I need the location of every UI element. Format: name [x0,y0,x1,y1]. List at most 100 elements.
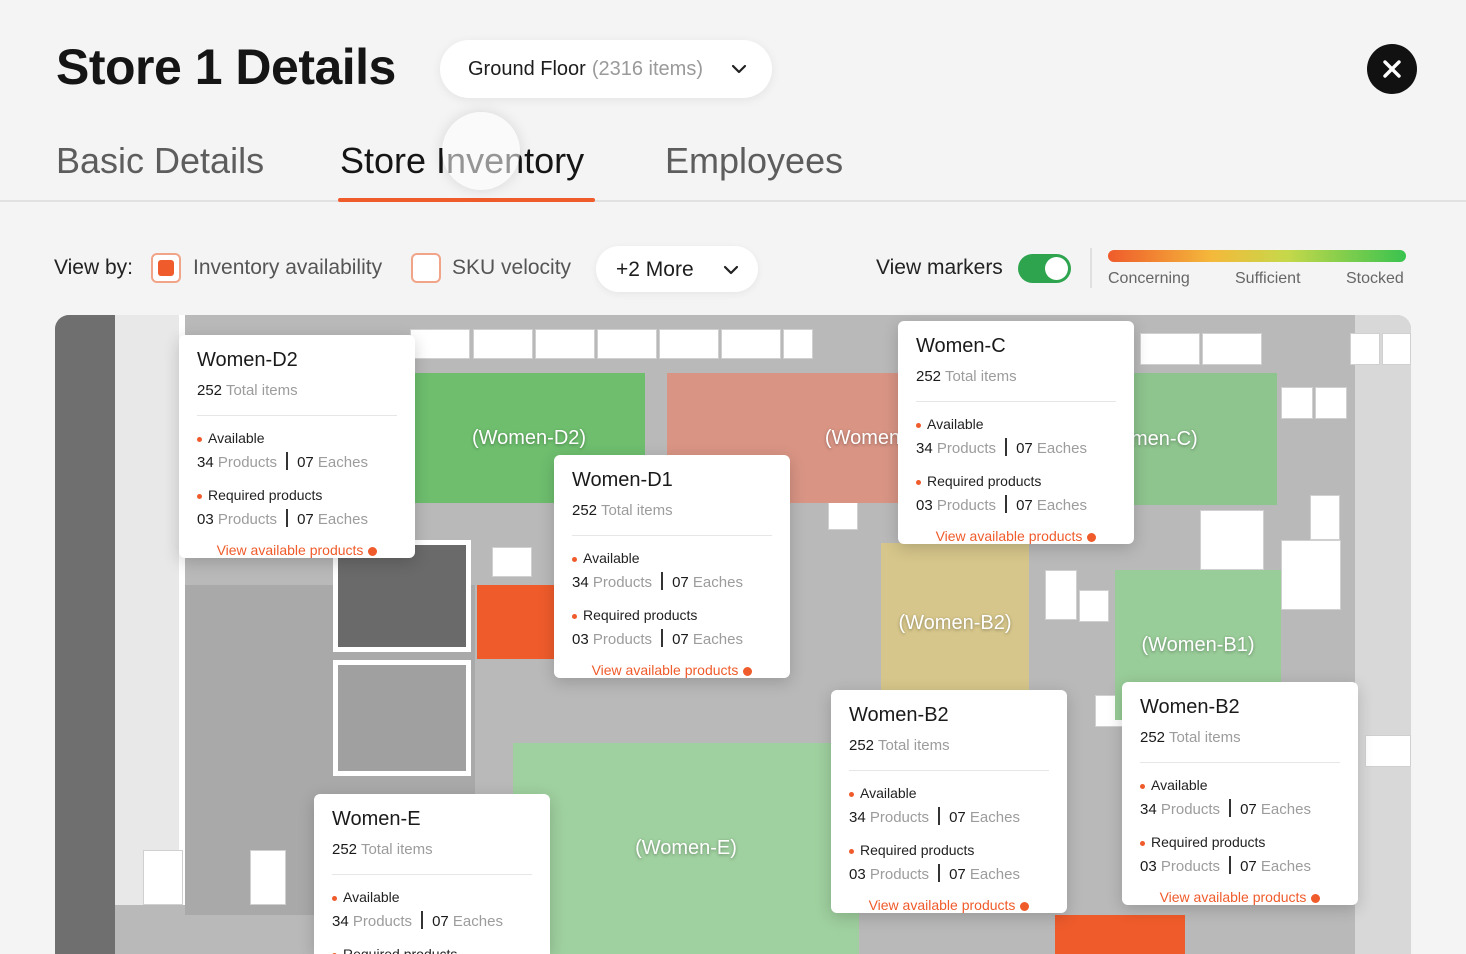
card-title: Women-D2 [197,349,298,371]
card-divider [1140,762,1340,763]
card-required-heading: Required products [1140,834,1340,850]
shelf [597,329,657,359]
view-markers-label: View markers [876,256,1003,279]
shelf [473,329,533,359]
shelf [1202,333,1262,365]
zone-card-women-c: Women-C 252 Total items Available 34 Pro… [898,321,1134,544]
card-available-heading: Available [849,785,1049,801]
zone-card-women-e: Women-E 252 Total items Available 34 Pro… [314,794,550,954]
concerning-zone[interactable] [477,585,555,659]
zone-card-women-b2-alt: Women-B2 252 Total items Available 34 Pr… [1122,682,1358,905]
concerning-zone[interactable] [1055,915,1185,954]
card-available-heading: Available [197,430,397,446]
structure-block [333,660,471,776]
view-by-label: View by: [54,256,133,279]
inventory-availability-checkbox[interactable] [151,253,181,283]
shelf [783,329,813,359]
shelf [659,329,719,359]
value-separator [286,509,289,527]
shelf [1045,570,1077,620]
chevron-down-icon [723,265,739,275]
card-title: Women-D1 [572,469,673,491]
card-required-values: 03 Products 07 Eaches [197,509,368,528]
card-available-values: 34 Products 07 Eaches [916,438,1087,457]
zone-card-women-d1: Women-D1 252 Total items Available 34 Pr… [554,455,790,678]
shelf [1382,333,1411,365]
arrow-dot-icon [1020,902,1030,911]
card-available-values: 34 Products 07 Eaches [197,452,368,471]
card-title: Women-B2 [1140,696,1240,718]
arrow-dot-icon [368,547,378,556]
value-separator [286,452,289,470]
legend-stocked: Stocked [1346,270,1404,287]
divider [1090,248,1092,288]
zone-women-b2[interactable]: (Women-B2) [881,543,1029,703]
floor-item-count: (2316 items) [591,57,703,80]
card-required-heading: Required products [572,607,772,623]
card-required-heading: Required products [332,946,532,954]
tab-basic-details[interactable]: Basic Details [56,140,264,182]
card-divider [197,415,397,416]
shelf [250,850,286,905]
shelf [143,850,183,905]
card-available-values: 34 Products 07 Eaches [572,572,743,591]
view-available-products-link[interactable]: View available products [849,897,1049,913]
floor-area [1355,315,1411,954]
card-available-heading: Available [572,550,772,566]
shelf [1140,333,1200,365]
fitting-rooms [115,315,185,905]
arrow-dot-icon [1311,894,1321,903]
card-available-heading: Available [916,416,1116,432]
card-available-heading: Available [1140,777,1340,793]
sku-velocity-checkbox[interactable] [411,253,441,283]
close-icon [1383,60,1401,78]
card-total-items: 252 Total items [332,841,433,858]
card-title: Women-B2 [849,704,949,726]
card-required-values: 03 Products 07 Eaches [916,495,1087,514]
card-title: Women-E [332,808,421,830]
card-title: Women-C [916,335,1006,357]
more-options-select[interactable]: +2 More [596,246,758,292]
value-separator [661,572,664,590]
card-divider [849,770,1049,771]
card-required-values: 03 Products 07 Eaches [572,629,743,648]
view-available-products-link[interactable]: View available products [572,662,772,678]
view-available-products-link[interactable]: View available products [197,542,397,558]
card-available-values: 34 Products 07 Eaches [849,807,1020,826]
card-required-heading: Required products [197,487,397,503]
view-available-products-link[interactable]: View available products [916,528,1116,544]
shelf [1200,510,1264,570]
outer-wall [55,315,115,954]
shelf [1350,333,1380,365]
value-separator [661,629,664,647]
inventory-availability-label: Inventory availability [193,256,383,279]
chevron-down-icon [731,64,747,74]
card-total-items: 252 Total items [849,737,950,754]
view-markers-toggle[interactable] [1018,254,1071,283]
card-total-items: 252 Total items [916,368,1017,385]
value-separator [421,911,424,929]
shelf [1281,387,1313,419]
card-divider [916,401,1116,402]
shelf [1281,540,1341,610]
arrow-dot-icon [743,667,753,676]
shelf [721,329,781,359]
shelf [1310,495,1340,540]
zone-women-e[interactable]: (Women-E) [513,743,859,954]
active-tab-indicator [338,198,595,202]
card-total-items: 252 Total items [572,502,673,519]
floor-select-value: Ground Floor [468,57,586,80]
sku-velocity-label: SKU velocity [452,256,572,279]
legend-sufficient: Sufficient [1235,270,1301,287]
value-separator [1229,799,1232,817]
close-button[interactable] [1367,44,1417,94]
view-available-products-link[interactable]: View available products [1140,889,1340,905]
value-separator [938,807,941,825]
floor-select[interactable]: Ground Floor (2316 items) [440,40,772,98]
tab-employees[interactable]: Employees [665,140,843,182]
shelf [410,329,470,359]
card-available-values: 34 Products 07 Eaches [332,911,503,930]
card-divider [572,535,772,536]
card-divider [332,874,532,875]
value-separator [1005,495,1008,513]
